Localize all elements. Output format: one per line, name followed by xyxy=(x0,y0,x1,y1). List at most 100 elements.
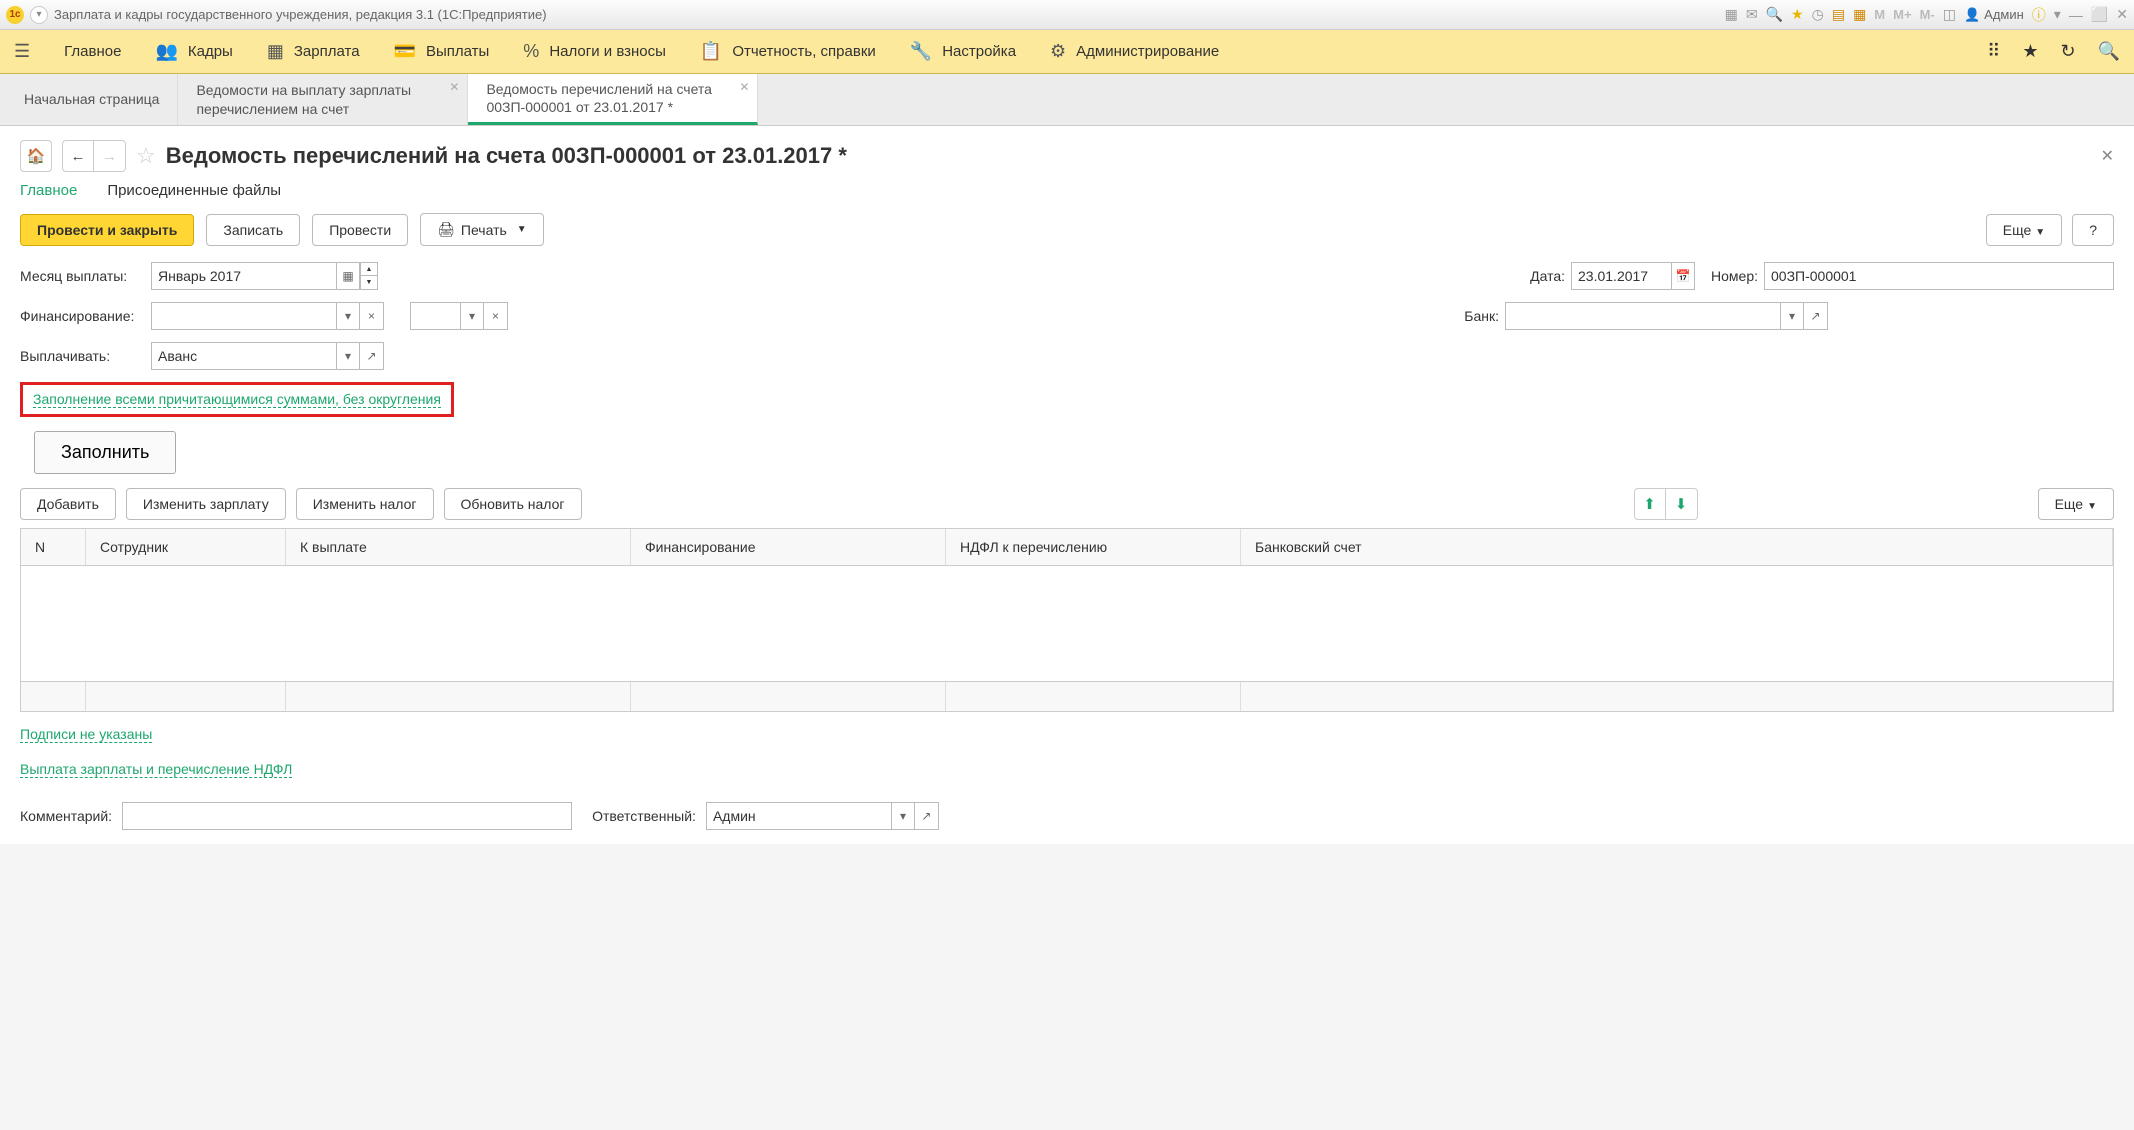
tab-start[interactable]: Начальная страница xyxy=(6,74,178,125)
help-button[interactable]: ? xyxy=(2072,214,2114,246)
col-financing[interactable]: Финансирование xyxy=(631,529,946,565)
apps-icon[interactable]: ⠿ xyxy=(1987,41,2000,62)
change-salary-button[interactable]: Изменить зарплату xyxy=(126,488,286,520)
date-input[interactable] xyxy=(1571,262,1671,290)
window-close-icon[interactable]: ✕ xyxy=(2116,6,2128,23)
comment-input[interactable] xyxy=(122,802,572,830)
subtab-files[interactable]: Присоединенные файлы xyxy=(107,182,281,199)
financing2-clear-icon[interactable]: × xyxy=(484,302,508,330)
pay-input[interactable] xyxy=(151,342,336,370)
report-icon: 📋 xyxy=(700,41,722,62)
responsible-dropdown-icon[interactable]: ▾ xyxy=(891,802,915,830)
info-icon[interactable]: ⓘ xyxy=(2032,5,2046,25)
hamburger-icon[interactable]: ☰ xyxy=(14,41,30,62)
move-down-button[interactable]: ⬇ xyxy=(1666,488,1698,520)
page: 🏠 ← → ☆ Ведомость перечислений на счета … xyxy=(0,126,2134,844)
col-payment[interactable]: К выплате xyxy=(286,529,631,565)
star-icon[interactable]: ★ xyxy=(1791,6,1804,23)
table-body[interactable] xyxy=(21,566,2113,681)
menu-payments[interactable]: 💳Выплаты xyxy=(394,41,490,62)
fill-button[interactable]: Заполнить xyxy=(34,431,176,474)
print-button[interactable]: 🖨Печать▼ xyxy=(420,213,544,246)
forward-button[interactable]: → xyxy=(94,140,126,172)
home-button[interactable]: 🏠 xyxy=(20,140,52,172)
fav-icon[interactable]: ★ xyxy=(2022,41,2038,62)
minimize-icon[interactable]: — xyxy=(2069,7,2083,23)
add-button[interactable]: Добавить xyxy=(20,488,116,520)
calc-icon[interactable]: ▤ xyxy=(1832,6,1845,23)
pay-dropdown-icon[interactable]: ▾ xyxy=(336,342,360,370)
maximize-icon[interactable]: ⬜ xyxy=(2091,6,2108,23)
col-ndfl[interactable]: НДФЛ к перечислению xyxy=(946,529,1241,565)
responsible-open-icon[interactable]: ↗ xyxy=(915,802,939,830)
month-input[interactable] xyxy=(151,262,336,290)
col-n[interactable]: N xyxy=(21,529,86,565)
panel-icon[interactable]: ◫ xyxy=(1943,6,1956,23)
dropdown-icon[interactable]: ▾ xyxy=(2054,6,2061,23)
people-icon: 👥 xyxy=(155,41,177,62)
financing-label: Финансирование: xyxy=(20,308,145,324)
bank-open-icon[interactable]: ↗ xyxy=(1804,302,1828,330)
post-close-button[interactable]: Провести и закрыть xyxy=(20,214,194,246)
titlebar-dropdown-icon[interactable]: ▾ xyxy=(30,6,48,24)
history-icon[interactable]: ↻ xyxy=(2060,41,2075,62)
ndfl-link[interactable]: Выплата зарплаты и перечисление НДФЛ xyxy=(20,761,292,778)
col-employee[interactable]: Сотрудник xyxy=(86,529,286,565)
tb-icon-1[interactable]: ▦ xyxy=(1725,6,1738,23)
m-minus-icon[interactable]: M- xyxy=(1920,7,1935,22)
tb-icon-2[interactable]: ✉ xyxy=(1746,6,1758,23)
employees-table: N Сотрудник К выплате Финансирование НДФ… xyxy=(20,528,2114,712)
change-tax-button[interactable]: Изменить налог xyxy=(296,488,434,520)
responsible-input[interactable] xyxy=(706,802,891,830)
tab-list[interactable]: Ведомости на выплату зарплаты перечислен… xyxy=(178,74,468,125)
financing-clear-icon[interactable]: × xyxy=(360,302,384,330)
app-logo-icon: 1c xyxy=(6,6,24,24)
move-up-button[interactable]: ⬆ xyxy=(1634,488,1666,520)
search-icon[interactable]: 🔍 xyxy=(2098,41,2120,62)
table-icon: ▦ xyxy=(267,41,284,62)
fill-settings-link[interactable]: Заполнение всеми причитающимися суммами,… xyxy=(33,391,441,408)
more-button[interactable]: Еще▼ xyxy=(1986,214,2062,246)
user-label[interactable]: 👤 Админ xyxy=(1964,7,2024,23)
menu-taxes[interactable]: %Налоги и взносы xyxy=(523,41,666,62)
back-button[interactable]: ← xyxy=(62,140,94,172)
close-icon[interactable]: ✕ xyxy=(739,80,749,94)
menu-reports[interactable]: 📋Отчетность, справки xyxy=(700,41,876,62)
financing-input[interactable] xyxy=(151,302,336,330)
bank-dropdown-icon[interactable]: ▾ xyxy=(1780,302,1804,330)
menu-main[interactable]: Главное xyxy=(64,43,121,60)
pay-open-icon[interactable]: ↗ xyxy=(360,342,384,370)
date-picker-icon[interactable]: 📅 xyxy=(1671,262,1695,290)
page-close-icon[interactable]: ✕ xyxy=(2101,146,2114,166)
menu-hr[interactable]: 👥Кадры xyxy=(155,41,232,62)
tb-icon-3[interactable]: 🔍 xyxy=(1766,6,1783,23)
subtab-main[interactable]: Главное xyxy=(20,182,77,199)
post-button[interactable]: Провести xyxy=(312,214,408,246)
financing2-input[interactable] xyxy=(410,302,460,330)
clock-icon[interactable]: ◷ xyxy=(1812,6,1824,23)
update-tax-button[interactable]: Обновить налог xyxy=(444,488,582,520)
pay-label: Выплачивать: xyxy=(20,348,145,364)
month-picker-icon[interactable]: ▦ xyxy=(336,262,360,290)
write-button[interactable]: Записать xyxy=(206,214,300,246)
tab-doc[interactable]: Ведомость перечислений на счета 00ЗП-000… xyxy=(468,74,758,125)
favorite-icon[interactable]: ☆ xyxy=(136,143,156,169)
month-up-icon[interactable]: ▲ xyxy=(360,262,378,276)
wrench-icon: 🔧 xyxy=(910,41,932,62)
financing2-dropdown-icon[interactable]: ▾ xyxy=(460,302,484,330)
calendar-icon[interactable]: ▦ xyxy=(1853,6,1866,23)
close-icon[interactable]: ✕ xyxy=(449,80,459,94)
financing-dropdown-icon[interactable]: ▾ xyxy=(336,302,360,330)
table-more-button[interactable]: Еще▼ xyxy=(2038,488,2114,520)
m-plus-icon[interactable]: M+ xyxy=(1893,7,1911,22)
menu-admin[interactable]: ⚙Администрирование xyxy=(1050,41,1219,62)
bank-input[interactable] xyxy=(1505,302,1780,330)
main-menu: ☰ Главное 👥Кадры ▦Зарплата 💳Выплаты %Нал… xyxy=(0,30,2134,74)
month-down-icon[interactable]: ▼ xyxy=(360,276,378,290)
menu-salary[interactable]: ▦Зарплата xyxy=(267,41,360,62)
col-bank[interactable]: Банковский счет xyxy=(1241,529,2113,565)
menu-settings[interactable]: 🔧Настройка xyxy=(910,41,1016,62)
m-icon[interactable]: M xyxy=(1874,7,1885,22)
number-input[interactable] xyxy=(1764,262,2114,290)
signatures-link[interactable]: Подписи не указаны xyxy=(20,726,152,743)
